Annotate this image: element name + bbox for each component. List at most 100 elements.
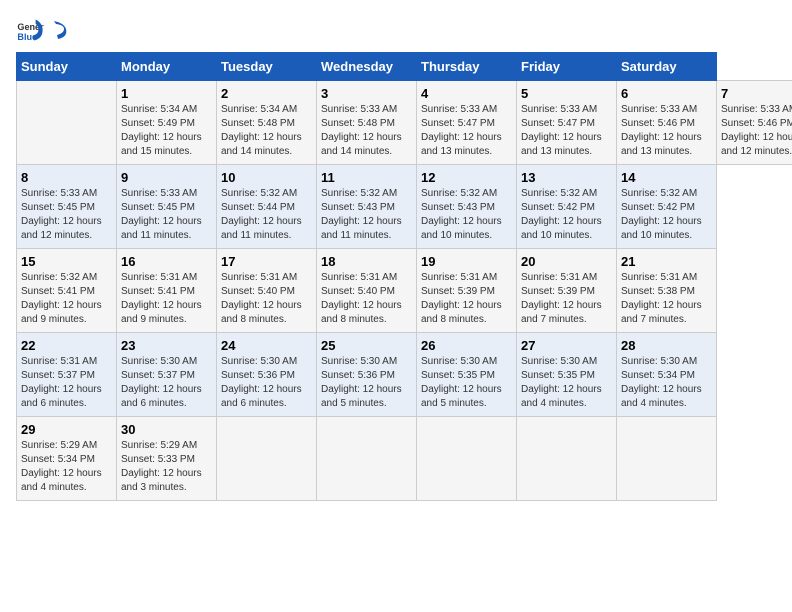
calendar-cell: 20 Sunrise: 5:31 AM Sunset: 5:39 PM Dayli… <box>517 249 617 333</box>
day-number: 5 <box>521 86 612 101</box>
day-number: 6 <box>621 86 712 101</box>
calendar-cell: 27 Sunrise: 5:30 AM Sunset: 5:35 PM Dayli… <box>517 333 617 417</box>
calendar-cell: 9 Sunrise: 5:33 AM Sunset: 5:45 PM Daylig… <box>117 165 217 249</box>
calendar-cell: 19 Sunrise: 5:31 AM Sunset: 5:39 PM Dayli… <box>417 249 517 333</box>
day-number: 18 <box>321 254 412 269</box>
day-info: Sunrise: 5:34 AM Sunset: 5:49 PM Dayligh… <box>121 103 212 159</box>
calendar-cell: 10 Sunrise: 5:32 AM Sunset: 5:44 PM Dayli… <box>217 165 317 249</box>
day-info: Sunrise: 5:33 AM Sunset: 5:48 PM Dayligh… <box>321 103 412 159</box>
day-info: Sunrise: 5:33 AM Sunset: 5:45 PM Dayligh… <box>21 187 112 243</box>
day-number: 7 <box>721 86 792 101</box>
weekday-header: Tuesday <box>217 53 317 81</box>
weekday-header: Sunday <box>17 53 117 81</box>
day-info: Sunrise: 5:30 AM Sunset: 5:35 PM Dayligh… <box>421 355 512 411</box>
day-number: 9 <box>121 170 212 185</box>
calendar-table: SundayMondayTuesdayWednesdayThursdayFrid… <box>16 52 792 501</box>
calendar-cell: 13 Sunrise: 5:32 AM Sunset: 5:42 PM Dayli… <box>517 165 617 249</box>
calendar-cell <box>417 417 517 501</box>
day-number: 3 <box>321 86 412 101</box>
day-info: Sunrise: 5:30 AM Sunset: 5:36 PM Dayligh… <box>221 355 312 411</box>
day-info: Sunrise: 5:29 AM Sunset: 5:34 PM Dayligh… <box>21 439 112 495</box>
day-number: 19 <box>421 254 512 269</box>
logo: General Blue <box>16 16 68 44</box>
day-number: 21 <box>621 254 712 269</box>
day-info: Sunrise: 5:32 AM Sunset: 5:42 PM Dayligh… <box>621 187 712 243</box>
calendar-cell: 15 Sunrise: 5:32 AM Sunset: 5:41 PM Dayli… <box>17 249 117 333</box>
calendar-cell <box>317 417 417 501</box>
calendar-cell: 23 Sunrise: 5:30 AM Sunset: 5:37 PM Dayli… <box>117 333 217 417</box>
day-info: Sunrise: 5:31 AM Sunset: 5:39 PM Dayligh… <box>521 271 612 327</box>
day-info: Sunrise: 5:29 AM Sunset: 5:33 PM Dayligh… <box>121 439 212 495</box>
calendar-cell: 16 Sunrise: 5:31 AM Sunset: 5:41 PM Dayli… <box>117 249 217 333</box>
day-info: Sunrise: 5:33 AM Sunset: 5:45 PM Dayligh… <box>121 187 212 243</box>
calendar-cell: 30 Sunrise: 5:29 AM Sunset: 5:33 PM Dayli… <box>117 417 217 501</box>
day-number: 8 <box>21 170 112 185</box>
calendar-cell: 1 Sunrise: 5:34 AM Sunset: 5:49 PM Daylig… <box>117 81 217 165</box>
day-info: Sunrise: 5:34 AM Sunset: 5:48 PM Dayligh… <box>221 103 312 159</box>
day-info: Sunrise: 5:30 AM Sunset: 5:35 PM Dayligh… <box>521 355 612 411</box>
weekday-header: Thursday <box>417 53 517 81</box>
day-number: 1 <box>121 86 212 101</box>
day-info: Sunrise: 5:31 AM Sunset: 5:41 PM Dayligh… <box>121 271 212 327</box>
calendar-cell: 4Sunrise: 5:33 AM Sunset: 5:47 PM Daylig… <box>417 81 517 165</box>
calendar-cell: 28 Sunrise: 5:30 AM Sunset: 5:34 PM Dayli… <box>617 333 717 417</box>
calendar-cell: 22Sunrise: 5:31 AM Sunset: 5:37 PM Dayli… <box>17 333 117 417</box>
calendar-cell <box>617 417 717 501</box>
day-number: 28 <box>621 338 712 353</box>
calendar-cell <box>217 417 317 501</box>
calendar-cell: 21 Sunrise: 5:31 AM Sunset: 5:38 PM Dayli… <box>617 249 717 333</box>
page-header: General Blue <box>16 16 776 44</box>
day-number: 27 <box>521 338 612 353</box>
day-info: Sunrise: 5:32 AM Sunset: 5:43 PM Dayligh… <box>321 187 412 243</box>
day-info: Sunrise: 5:31 AM Sunset: 5:40 PM Dayligh… <box>321 271 412 327</box>
day-info: Sunrise: 5:32 AM Sunset: 5:44 PM Dayligh… <box>221 187 312 243</box>
day-info: Sunrise: 5:33 AM Sunset: 5:46 PM Dayligh… <box>721 103 792 159</box>
day-number: 20 <box>521 254 612 269</box>
calendar-cell: 11 Sunrise: 5:32 AM Sunset: 5:43 PM Dayli… <box>317 165 417 249</box>
calendar-cell: 18 Sunrise: 5:31 AM Sunset: 5:40 PM Dayli… <box>317 249 417 333</box>
day-number: 29 <box>21 422 112 437</box>
day-number: 17 <box>221 254 312 269</box>
calendar-cell: 25 Sunrise: 5:30 AM Sunset: 5:36 PM Dayli… <box>317 333 417 417</box>
day-info: Sunrise: 5:33 AM Sunset: 5:46 PM Dayligh… <box>621 103 712 159</box>
day-info: Sunrise: 5:33 AM Sunset: 5:47 PM Dayligh… <box>521 103 612 159</box>
day-number: 25 <box>321 338 412 353</box>
svg-text:Blue: Blue <box>17 32 37 42</box>
calendar-cell: 14 Sunrise: 5:32 AM Sunset: 5:42 PM Dayli… <box>617 165 717 249</box>
weekday-header: Wednesday <box>317 53 417 81</box>
calendar-cell: 3 Sunrise: 5:33 AM Sunset: 5:48 PM Daylig… <box>317 81 417 165</box>
day-info: Sunrise: 5:31 AM Sunset: 5:37 PM Dayligh… <box>21 355 112 411</box>
day-number: 16 <box>121 254 212 269</box>
day-number: 26 <box>421 338 512 353</box>
day-number: 24 <box>221 338 312 353</box>
calendar-cell: 7 Sunrise: 5:33 AM Sunset: 5:46 PM Daylig… <box>717 81 792 165</box>
day-number: 30 <box>121 422 212 437</box>
calendar-cell: 8 Sunrise: 5:33 AM Sunset: 5:45 PM Daylig… <box>17 165 117 249</box>
day-number: 11 <box>321 170 412 185</box>
day-number: 12 <box>421 170 512 185</box>
calendar-cell: 24 Sunrise: 5:30 AM Sunset: 5:36 PM Dayli… <box>217 333 317 417</box>
day-number: 14 <box>621 170 712 185</box>
day-number: 15 <box>21 254 112 269</box>
day-info: Sunrise: 5:32 AM Sunset: 5:42 PM Dayligh… <box>521 187 612 243</box>
day-info: Sunrise: 5:30 AM Sunset: 5:34 PM Dayligh… <box>621 355 712 411</box>
calendar-cell: 26 Sunrise: 5:30 AM Sunset: 5:35 PM Dayli… <box>417 333 517 417</box>
day-info: Sunrise: 5:32 AM Sunset: 5:41 PM Dayligh… <box>21 271 112 327</box>
day-info: Sunrise: 5:32 AM Sunset: 5:43 PM Dayligh… <box>421 187 512 243</box>
day-info: Sunrise: 5:30 AM Sunset: 5:36 PM Dayligh… <box>321 355 412 411</box>
calendar-cell: 17 Sunrise: 5:31 AM Sunset: 5:40 PM Dayli… <box>217 249 317 333</box>
day-info: Sunrise: 5:31 AM Sunset: 5:38 PM Dayligh… <box>621 271 712 327</box>
weekday-header: Monday <box>117 53 217 81</box>
day-info: Sunrise: 5:31 AM Sunset: 5:39 PM Dayligh… <box>421 271 512 327</box>
day-number: 2 <box>221 86 312 101</box>
day-number: 23 <box>121 338 212 353</box>
day-number: 13 <box>521 170 612 185</box>
empty-cell <box>17 81 117 165</box>
weekday-header: Friday <box>517 53 617 81</box>
day-number: 10 <box>221 170 312 185</box>
day-info: Sunrise: 5:30 AM Sunset: 5:37 PM Dayligh… <box>121 355 212 411</box>
calendar-cell: 5 Sunrise: 5:33 AM Sunset: 5:47 PM Daylig… <box>517 81 617 165</box>
day-info: Sunrise: 5:31 AM Sunset: 5:40 PM Dayligh… <box>221 271 312 327</box>
day-number: 4 <box>421 86 512 101</box>
calendar-cell: 6 Sunrise: 5:33 AM Sunset: 5:46 PM Daylig… <box>617 81 717 165</box>
